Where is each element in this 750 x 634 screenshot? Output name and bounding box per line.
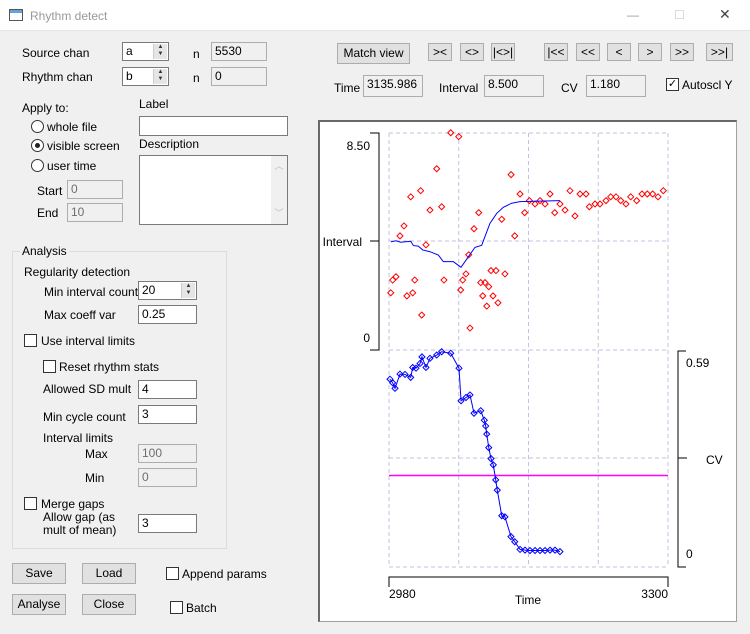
interval-point [507,170,515,179]
interval-point [462,270,470,278]
interval-point [585,203,594,211]
interval-point [556,200,564,208]
interval-point [602,196,610,205]
interval-point [582,190,590,198]
interval-ytick-bottom: 0 [363,331,370,345]
interval-point [498,215,506,223]
cv-line [389,351,561,553]
interval-point [466,324,474,332]
interval-point [541,200,549,208]
interval-point [511,232,519,240]
interval-point [525,196,534,205]
rhythm-chart: 8.50 0 Interval 0.59 0 CV 2980 3300 Time [323,129,723,607]
interval-point [437,203,446,211]
interval-point [396,232,404,240]
cv-axis [677,350,687,568]
interval-ylabel: Interval [323,235,362,249]
interval-point [426,206,434,214]
interval-point [501,270,509,278]
time-axis [388,576,669,587]
interval-point [546,190,554,198]
interval-point [400,222,408,230]
interval-point [458,276,467,284]
interval-point [432,165,441,173]
interval-point [409,289,417,297]
time-xlabel: Time [515,593,542,607]
cv-ytick-top: 0.59 [686,356,710,370]
interval-point [617,196,625,205]
interval-point [626,193,635,201]
interval-point [520,208,529,217]
interval-mean-line [390,200,560,268]
interval-point [571,212,579,220]
interval-point [551,208,559,217]
interval-point [479,292,487,300]
interval-point [659,186,667,195]
interval-point [566,186,574,195]
interval-point [494,299,502,307]
interval-ytick-top: 8.50 [347,139,371,153]
interval-point [475,208,483,217]
interval-point [654,193,662,201]
interval-point [561,206,569,214]
interval-point [422,241,430,249]
interval-point [483,302,491,310]
interval-axis [370,132,380,351]
cv-ylabel: CV [706,453,723,467]
interval-point [576,190,584,198]
interval-point [531,200,539,208]
interval-point [516,190,524,198]
chart-marks [386,129,668,556]
interval-point [416,186,425,195]
interval-point [411,276,419,284]
interval-point [489,292,497,300]
interval-point [470,225,478,233]
interval-point [632,196,641,205]
interval-point [407,193,415,201]
interval-point [417,311,426,319]
interval-point [440,276,448,284]
xtick-start: 2980 [389,587,416,601]
interval-point [622,200,630,208]
interval-point [403,292,411,300]
xtick-end: 3300 [641,587,668,601]
cv-ytick-bottom: 0 [686,547,693,561]
interval-point [477,278,485,287]
